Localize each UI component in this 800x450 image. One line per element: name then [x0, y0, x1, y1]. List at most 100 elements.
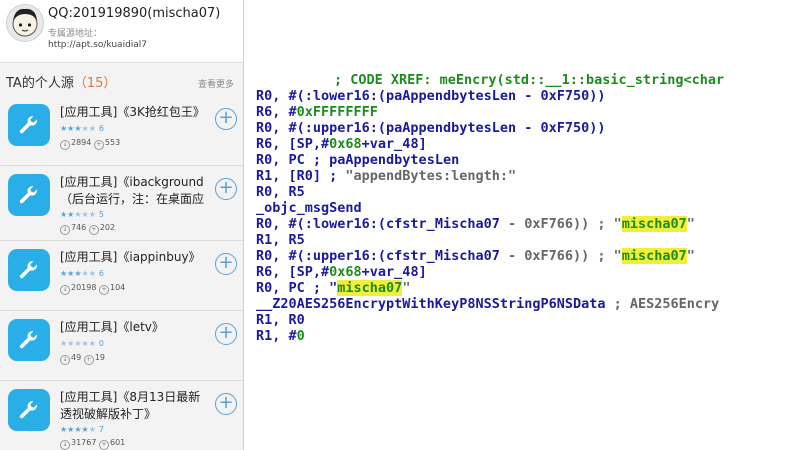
rating-count: 0: [98, 339, 104, 348]
symbol-link[interactable]: cfstr_Mischa07: [386, 216, 500, 232]
code-operand: R0, PC ; ": [256, 280, 338, 296]
star-icon: ★★★★★: [60, 339, 96, 348]
app-title[interactable]: [应用工具]《iappinbuy》: [60, 249, 208, 266]
code-line: R1, R0: [256, 312, 305, 328]
highlighted-string: mischa07: [621, 216, 687, 232]
string-comment: "appendBytes:length:": [345, 168, 517, 184]
rating: ★★★★★ 6: [60, 124, 104, 133]
xref-comment: ; CODE XREF: meEncry(std::__1::basic_str…: [334, 72, 725, 88]
code-operand: R1, #: [256, 328, 297, 344]
profile-source-url[interactable]: http://apt.so/kuaidial7: [48, 40, 147, 50]
code-operand: R1, [R0] ;: [256, 168, 346, 184]
disassembly-view: ; CODE XREF: meEncry(std::__1::basic_str…: [244, 0, 800, 450]
code-comment: ; AES256Encry: [605, 296, 720, 312]
star-icon: ★★: [81, 124, 96, 133]
rating-count: 6: [98, 269, 104, 278]
app-title[interactable]: [应用工具]《letv》: [60, 319, 208, 336]
star-icon: ★★★★: [60, 425, 89, 434]
code-line: __Z20AES256EncryptWithKeyP8NSStringP6NSD…: [256, 296, 719, 312]
download-icon: ↓: [60, 440, 70, 450]
code-line: R0, #(:lower16:(paAppendbytesLen - 0xF75…: [256, 88, 606, 104]
code-operand: R0, #(:lower16:(: [256, 216, 387, 232]
star-icon: ★★: [60, 210, 75, 219]
download-count: 746: [71, 223, 87, 232]
download-count: 2894: [71, 138, 92, 147]
code-line: R6, [SP,#0x68+var_48]: [256, 136, 427, 152]
download-icon: ↓: [60, 225, 70, 235]
plus-icon: +: [218, 177, 234, 198]
see-more-link[interactable]: 查看更多: [198, 77, 234, 90]
app-list: [应用工具]《3K抢红包王》 ★★★★★ 6 ↓ 2894 +553 + [应用工具…: [0, 96, 243, 450]
list-item[interactable]: [应用工具]《letv》 ★★★★★ 0 ↓ 49 +19 +: [0, 310, 243, 380]
list-item[interactable]: [应用工具]《8月13日最新透视破解版补丁》 ★★★★★ 7 ↓ 31767 +60…: [0, 380, 243, 450]
wrench-icon: [8, 249, 50, 291]
code-number: 0: [296, 328, 305, 344]
list-item[interactable]: [应用工具]《3K抢红包王》 ★★★★★ 6 ↓ 2894 +553 +: [0, 96, 243, 165]
code-operand: R0, #(:upper16:(: [256, 120, 387, 136]
code-line: R0, PC ; paAppendbytesLen: [256, 152, 459, 168]
app-title[interactable]: [应用工具]《3K抢红包王》: [60, 104, 208, 121]
section-header: TA的个人源（15） 查看更多: [0, 70, 243, 94]
list-item[interactable]: [应用工具]《iappinbuy》 ★★★★★ 6 ↓ 20198 +104 +: [0, 240, 243, 310]
app-title[interactable]: [应用工具]《ibackground（后台运行，注：在桌面应: [60, 174, 208, 208]
code-line: R0, R5: [256, 184, 305, 200]
app-title[interactable]: [应用工具]《8月13日最新透视破解版补丁》: [60, 389, 208, 423]
code-line: R1, [R0] ; "appendBytes:length:": [256, 168, 516, 184]
string-comment: ": [686, 216, 695, 232]
install-icon: +: [93, 140, 104, 150]
stats: ↓ 746 +202: [60, 223, 115, 235]
code-operand: R6, [SP,#: [256, 136, 330, 152]
add-button[interactable]: +: [215, 108, 237, 130]
wrench-icon: [8, 174, 50, 216]
code-operand: +var_48]: [361, 136, 427, 152]
install-icon: +: [99, 440, 109, 450]
code-line: R0, PC ; "mischa07": [256, 280, 410, 296]
install-count: 202: [99, 223, 116, 232]
symbol-link[interactable]: paAppendbytesLen: [386, 120, 516, 136]
code-number: 0x68: [329, 264, 362, 280]
code-number: 0x68: [329, 136, 362, 152]
download-count: 49: [71, 353, 82, 362]
symbol-link[interactable]: paAppendbytesLen: [386, 88, 516, 104]
plus-icon: +: [218, 107, 234, 128]
code-number: 0xFFFFFFFF: [296, 104, 378, 120]
wrench-icon: [8, 319, 50, 361]
code-line: R0, #(:upper16:(cfstr_Mischa07 - 0xF766)…: [256, 248, 695, 264]
code-operand: R0, #(:upper16:(: [256, 248, 387, 264]
star-icon: ★: [88, 425, 96, 434]
wrench-icon: [8, 104, 50, 146]
install-count: 601: [110, 438, 126, 447]
code-operand: R6, [SP,#: [256, 264, 330, 280]
star-icon: ★★: [81, 269, 96, 278]
install-count: 104: [110, 283, 126, 292]
function-call-link[interactable]: __Z20AES256EncryptWithKeyP8NSStringP6NSD…: [256, 296, 606, 312]
section-count: （15）: [73, 76, 117, 91]
star-icon: ★★★: [60, 269, 82, 278]
download-count: 31767: [71, 438, 97, 447]
add-button[interactable]: +: [215, 178, 237, 200]
highlighted-string: mischa07: [621, 248, 687, 264]
code-line: R0, #(:upper16:(paAppendbytesLen - 0xF75…: [256, 120, 606, 136]
avatar[interactable]: [6, 4, 44, 42]
wrench-icon: [8, 389, 50, 431]
add-button[interactable]: +: [215, 393, 237, 415]
rating: ★★★★★ 7: [60, 425, 104, 434]
install-icon: +: [99, 285, 109, 295]
download-count: 20198: [71, 283, 97, 292]
code-operand: - 0xF750)): [516, 120, 606, 136]
add-button[interactable]: +: [215, 323, 237, 345]
list-item[interactable]: [应用工具]《ibackground（后台运行，注：在桌面应 ★★★★★ 5 ↓ 7…: [0, 165, 243, 240]
code-line: R0, #(:lower16:(cfstr_Mischa07 - 0xF766)…: [256, 216, 695, 232]
install-count: 19: [94, 353, 105, 362]
stats: ↓ 2894 +553: [60, 138, 120, 150]
app-source-panel: QQ:201919890(mischa07) 专属源地址： http://apt…: [0, 0, 244, 450]
symbol-link[interactable]: paAppendbytesLen: [329, 152, 459, 168]
star-icon: ★★★: [60, 124, 82, 133]
rating-count: 5: [98, 210, 104, 219]
rating-count: 7: [98, 425, 104, 434]
symbol-link[interactable]: cfstr_Mischa07: [386, 248, 500, 264]
add-button[interactable]: +: [215, 253, 237, 275]
rating: ★★★★★ 6: [60, 269, 104, 278]
avatar-face-icon: [12, 8, 38, 37]
function-call-link[interactable]: _objc_msgSend: [256, 200, 362, 216]
